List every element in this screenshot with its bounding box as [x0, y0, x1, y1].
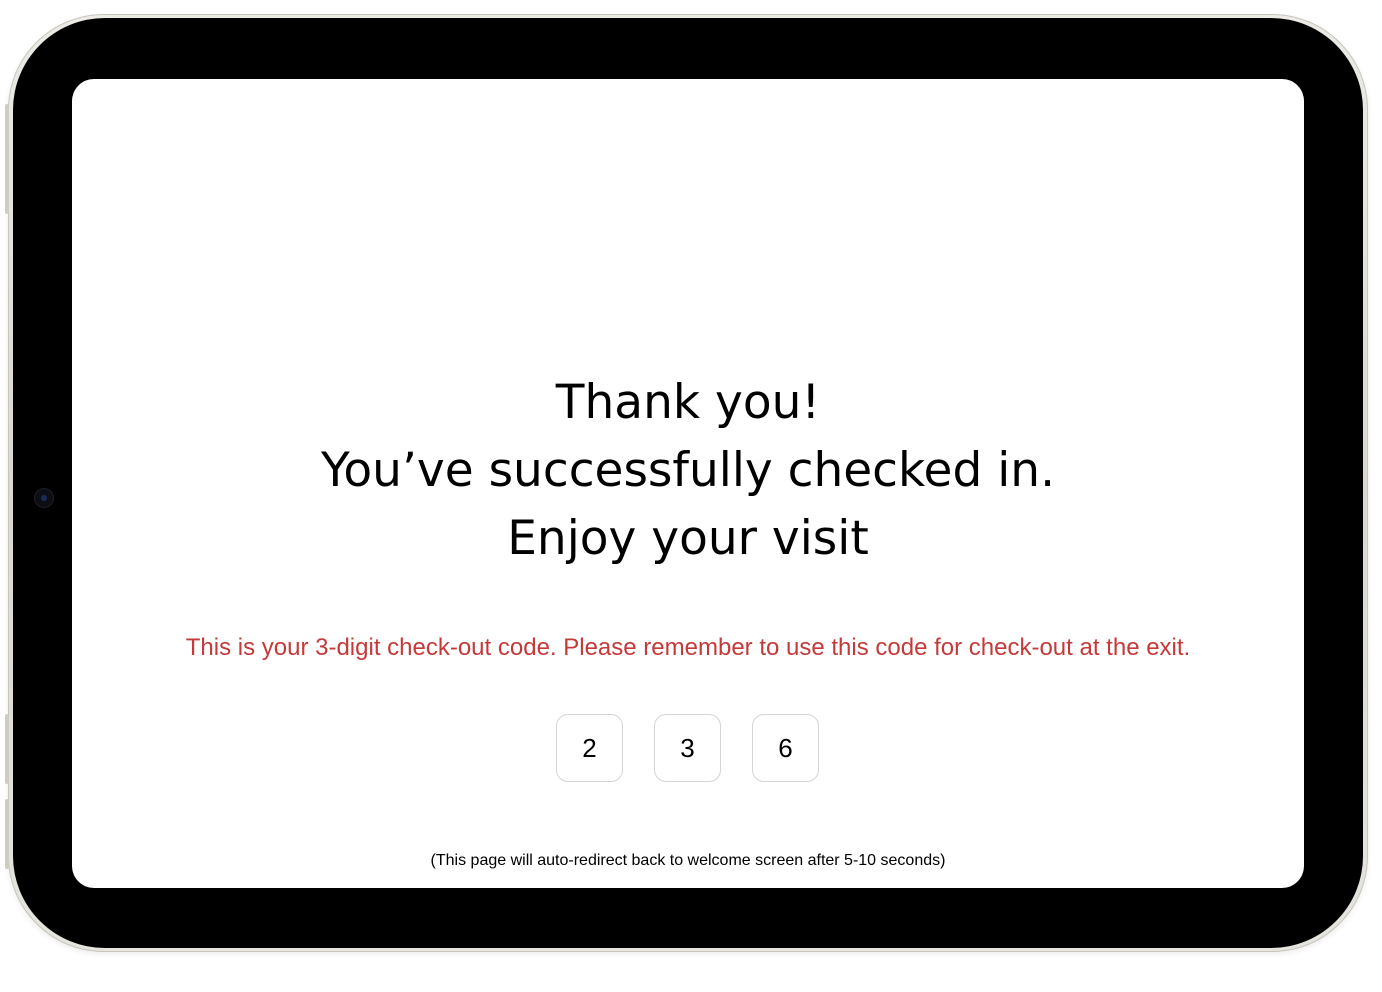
code-digit-3: 6: [752, 714, 819, 782]
code-digit-2: 3: [654, 714, 721, 782]
volume-up-button: [5, 104, 9, 214]
side-button: [5, 799, 9, 869]
volume-down-button: [5, 714, 9, 784]
checkout-code: 2 3 6: [556, 714, 822, 784]
headline-enjoy-visit: Enjoy your visit: [507, 511, 869, 566]
kiosk-screen: Thank you! You’ve successfully checked i…: [72, 79, 1304, 888]
headline-checked-in: You’ve successfully checked in.: [320, 443, 1056, 498]
code-digit-1: 2: [556, 714, 623, 782]
auto-redirect-note: (This page will auto-redirect back to we…: [430, 852, 946, 869]
front-camera-icon: [35, 489, 53, 507]
checkout-code-notice: This is your 3-digit check-out code. Ple…: [185, 634, 1191, 661]
headline-thank-you: Thank you!: [555, 375, 821, 430]
confirmation-headline: Thank you! You’ve successfully checked i…: [72, 369, 1304, 573]
